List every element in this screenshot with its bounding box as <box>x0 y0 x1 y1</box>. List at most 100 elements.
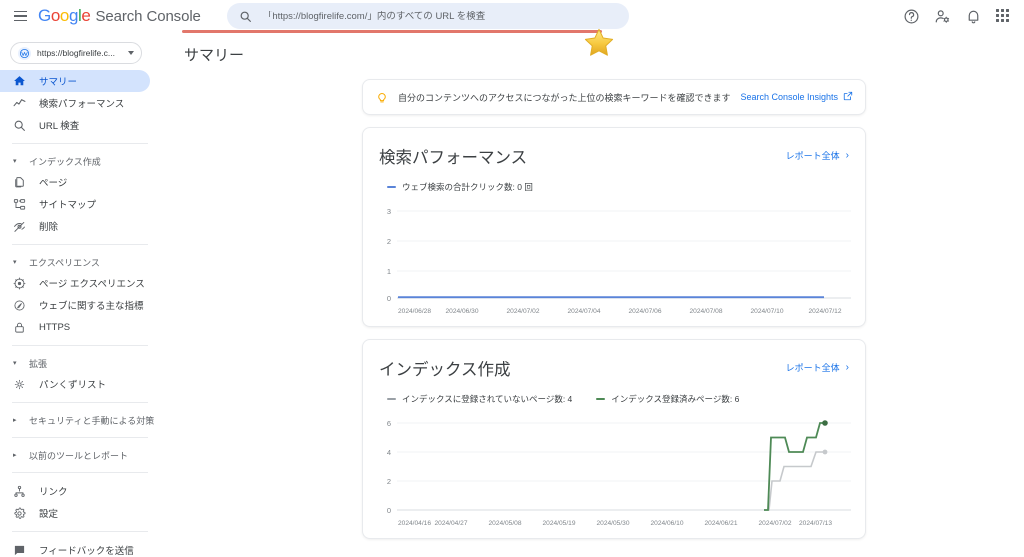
hamburger-menu-icon[interactable] <box>6 0 34 32</box>
sidebar-section-indexing[interactable]: ▾ インデックス作成 <box>0 151 160 171</box>
sidebar-label: サイトマップ <box>39 200 97 211</box>
notifications-bell-icon[interactable] <box>965 8 982 25</box>
sidebar-divider <box>12 531 148 532</box>
sidebar-divider <box>12 345 148 346</box>
legend-item-clicks[interactable]: ウェブ検索の合計クリック数: 0 回 <box>387 181 533 193</box>
sidebar-item-settings[interactable]: 設定 <box>0 502 150 524</box>
legend-label: インデックス登録済みページ数: 6 <box>611 394 740 404</box>
sidebar-label: フィードバックを送信 <box>39 546 134 557</box>
sidebar-divider <box>12 437 148 438</box>
svg-text:2024/06/28: 2024/06/28 <box>398 308 431 315</box>
svg-text:2024/07/08: 2024/07/08 <box>689 308 722 315</box>
sidebar-divider <box>12 143 148 144</box>
svg-text:2024/04/27: 2024/04/27 <box>434 520 467 527</box>
sidebar-item-summary[interactable]: サマリー <box>0 70 150 92</box>
sidebar-label: サマリー <box>39 77 78 88</box>
sidebar-section-enhancements[interactable]: ▾ 拡張 <box>0 353 160 373</box>
svg-text:2024/06/30: 2024/06/30 <box>445 308 478 315</box>
card-title: 検索パフォーマンス <box>379 149 528 167</box>
gear-icon <box>12 506 27 521</box>
sidebar-item-url-inspection[interactable]: URL 検査 <box>0 114 150 136</box>
chevron-right-icon: › <box>845 150 849 161</box>
indexing-chart: 6 4 2 0 2024/04/16 2024/04/27 2024/05/08… <box>379 415 851 530</box>
apps-grid-icon[interactable] <box>996 8 1011 24</box>
help-icon[interactable] <box>903 8 920 25</box>
sidebar-item-sitemaps[interactable]: サイトマップ <box>0 193 150 215</box>
url-inspection-searchbar[interactable] <box>226 3 629 29</box>
search-icon <box>239 10 252 23</box>
chevron-right-icon: › <box>845 362 849 373</box>
legend-item-not-indexed[interactable]: インデックスに登録されていないページ数: 4 <box>387 393 572 405</box>
sidebar-section-label: エクスペリエンス <box>29 257 100 268</box>
svg-text:2024/04/16: 2024/04/16 <box>398 520 431 527</box>
sidebar-section-label: 以前のツールとレポート <box>29 450 129 461</box>
sidebar-item-https[interactable]: HTTPS <box>0 316 150 338</box>
sidebar-item-core-web-vitals[interactable]: ウェブに関する主な指標 <box>0 294 150 316</box>
sidebar-section-security-manual-actions[interactable]: ▸ セキュリティと手動による対策 <box>0 410 160 430</box>
search-console-insights-link[interactable]: Search Console Insights <box>740 91 853 103</box>
svg-text:2024/07/06: 2024/07/06 <box>628 308 661 315</box>
speedometer-icon <box>12 298 27 313</box>
svg-text:2: 2 <box>387 477 391 486</box>
sidebar-label: パンくずリスト <box>39 380 106 391</box>
svg-text:2024/07/12: 2024/07/12 <box>808 308 841 315</box>
sidebar-item-breadcrumbs[interactable]: パンくずリスト <box>0 373 150 395</box>
sidebar-divider <box>12 244 148 245</box>
sidebar-label: 検索パフォーマンス <box>39 99 125 110</box>
search-input[interactable] <box>262 10 613 22</box>
sidebar-item-removals[interactable]: 削除 <box>0 215 150 237</box>
sidebar-item-search-performance[interactable]: 検索パフォーマンス <box>0 92 150 114</box>
svg-text:1: 1 <box>387 267 391 276</box>
breadcrumb-icon <box>12 377 27 392</box>
performance-legend: ウェブ検索の合計クリック数: 0 回 <box>379 181 849 193</box>
trend-line-icon <box>12 96 27 111</box>
insights-link-label: Search Console Insights <box>740 92 838 102</box>
sidebar-item-page-experience[interactable]: ページ エクスペリエンス <box>0 272 150 294</box>
legend-color-swatch <box>387 185 396 189</box>
sidebar-item-links[interactable]: リンク <box>0 480 150 502</box>
legend-label: インデックスに登録されていないページ数: 4 <box>402 394 573 404</box>
legend-label: ウェブ検索の合計クリック数: 0 回 <box>402 182 533 192</box>
annotation-underline <box>182 30 602 33</box>
page-icon <box>12 175 27 190</box>
wordpress-site-icon <box>18 46 31 60</box>
search-area <box>226 3 629 29</box>
svg-text:4: 4 <box>387 448 391 457</box>
caret-down-icon: ▾ <box>13 359 17 367</box>
sidebar-item-pages[interactable]: ページ <box>0 171 150 193</box>
product-name: Search Console <box>95 8 201 25</box>
legend-color-swatch <box>596 397 606 401</box>
performance-full-report-link[interactable]: レポート全体 › <box>786 149 849 162</box>
banner-text: 自分のコンテンツへのアクセスにつながった上位の検索キーワードを確認できます <box>398 92 731 103</box>
sidebar-section-label: セキュリティと手動による対策 <box>29 415 155 426</box>
property-label: https://blogfirelife.c... <box>37 48 115 58</box>
page-title: サマリー <box>184 47 245 64</box>
indexing-legend: インデックスに登録されていないページ数: 4 インデックス登録済みページ数: 6 <box>379 393 849 405</box>
svg-text:2024/06/10: 2024/06/10 <box>650 520 683 527</box>
property-selector[interactable]: https://blogfirelife.c... <box>10 42 142 64</box>
sidebar-label: 設定 <box>39 509 59 520</box>
sidebar-section-experience[interactable]: ▾ エクスペリエンス <box>0 252 160 272</box>
legend-item-indexed[interactable]: インデックス登録済みページ数: 6 <box>596 393 739 405</box>
sidebar-label: ページ エクスペリエンス <box>39 279 145 290</box>
sidebar-section-legacy-tools[interactable]: ▸ 以前のツールとレポート <box>0 445 160 465</box>
feedback-icon <box>12 543 27 557</box>
caret-down-icon: ▾ <box>13 157 17 165</box>
insights-banner: 自分のコンテンツへのアクセスにつながった上位の検索キーワードを確認できます Se… <box>362 79 866 115</box>
sidebar-divider <box>12 402 148 403</box>
gauge-icon <box>12 276 27 291</box>
indexing-full-report-link[interactable]: レポート全体 › <box>786 361 849 374</box>
search-icon <box>12 118 27 133</box>
legend-color-swatch <box>387 397 396 401</box>
svg-text:6: 6 <box>387 419 391 428</box>
account-settings-icon[interactable] <box>934 8 951 25</box>
eye-off-icon <box>12 219 27 234</box>
sidebar-label: URL 検査 <box>39 121 80 132</box>
svg-text:2024/07/02: 2024/07/02 <box>506 308 539 315</box>
chevron-down-icon <box>128 51 134 55</box>
link-label: レポート全体 <box>785 363 840 373</box>
sidebar-item-send-feedback[interactable]: フィードバックを送信 <box>0 539 150 557</box>
link-label: レポート全体 <box>785 151 840 161</box>
svg-text:3: 3 <box>387 207 391 216</box>
sidebar-section-label: インデックス作成 <box>29 156 101 167</box>
